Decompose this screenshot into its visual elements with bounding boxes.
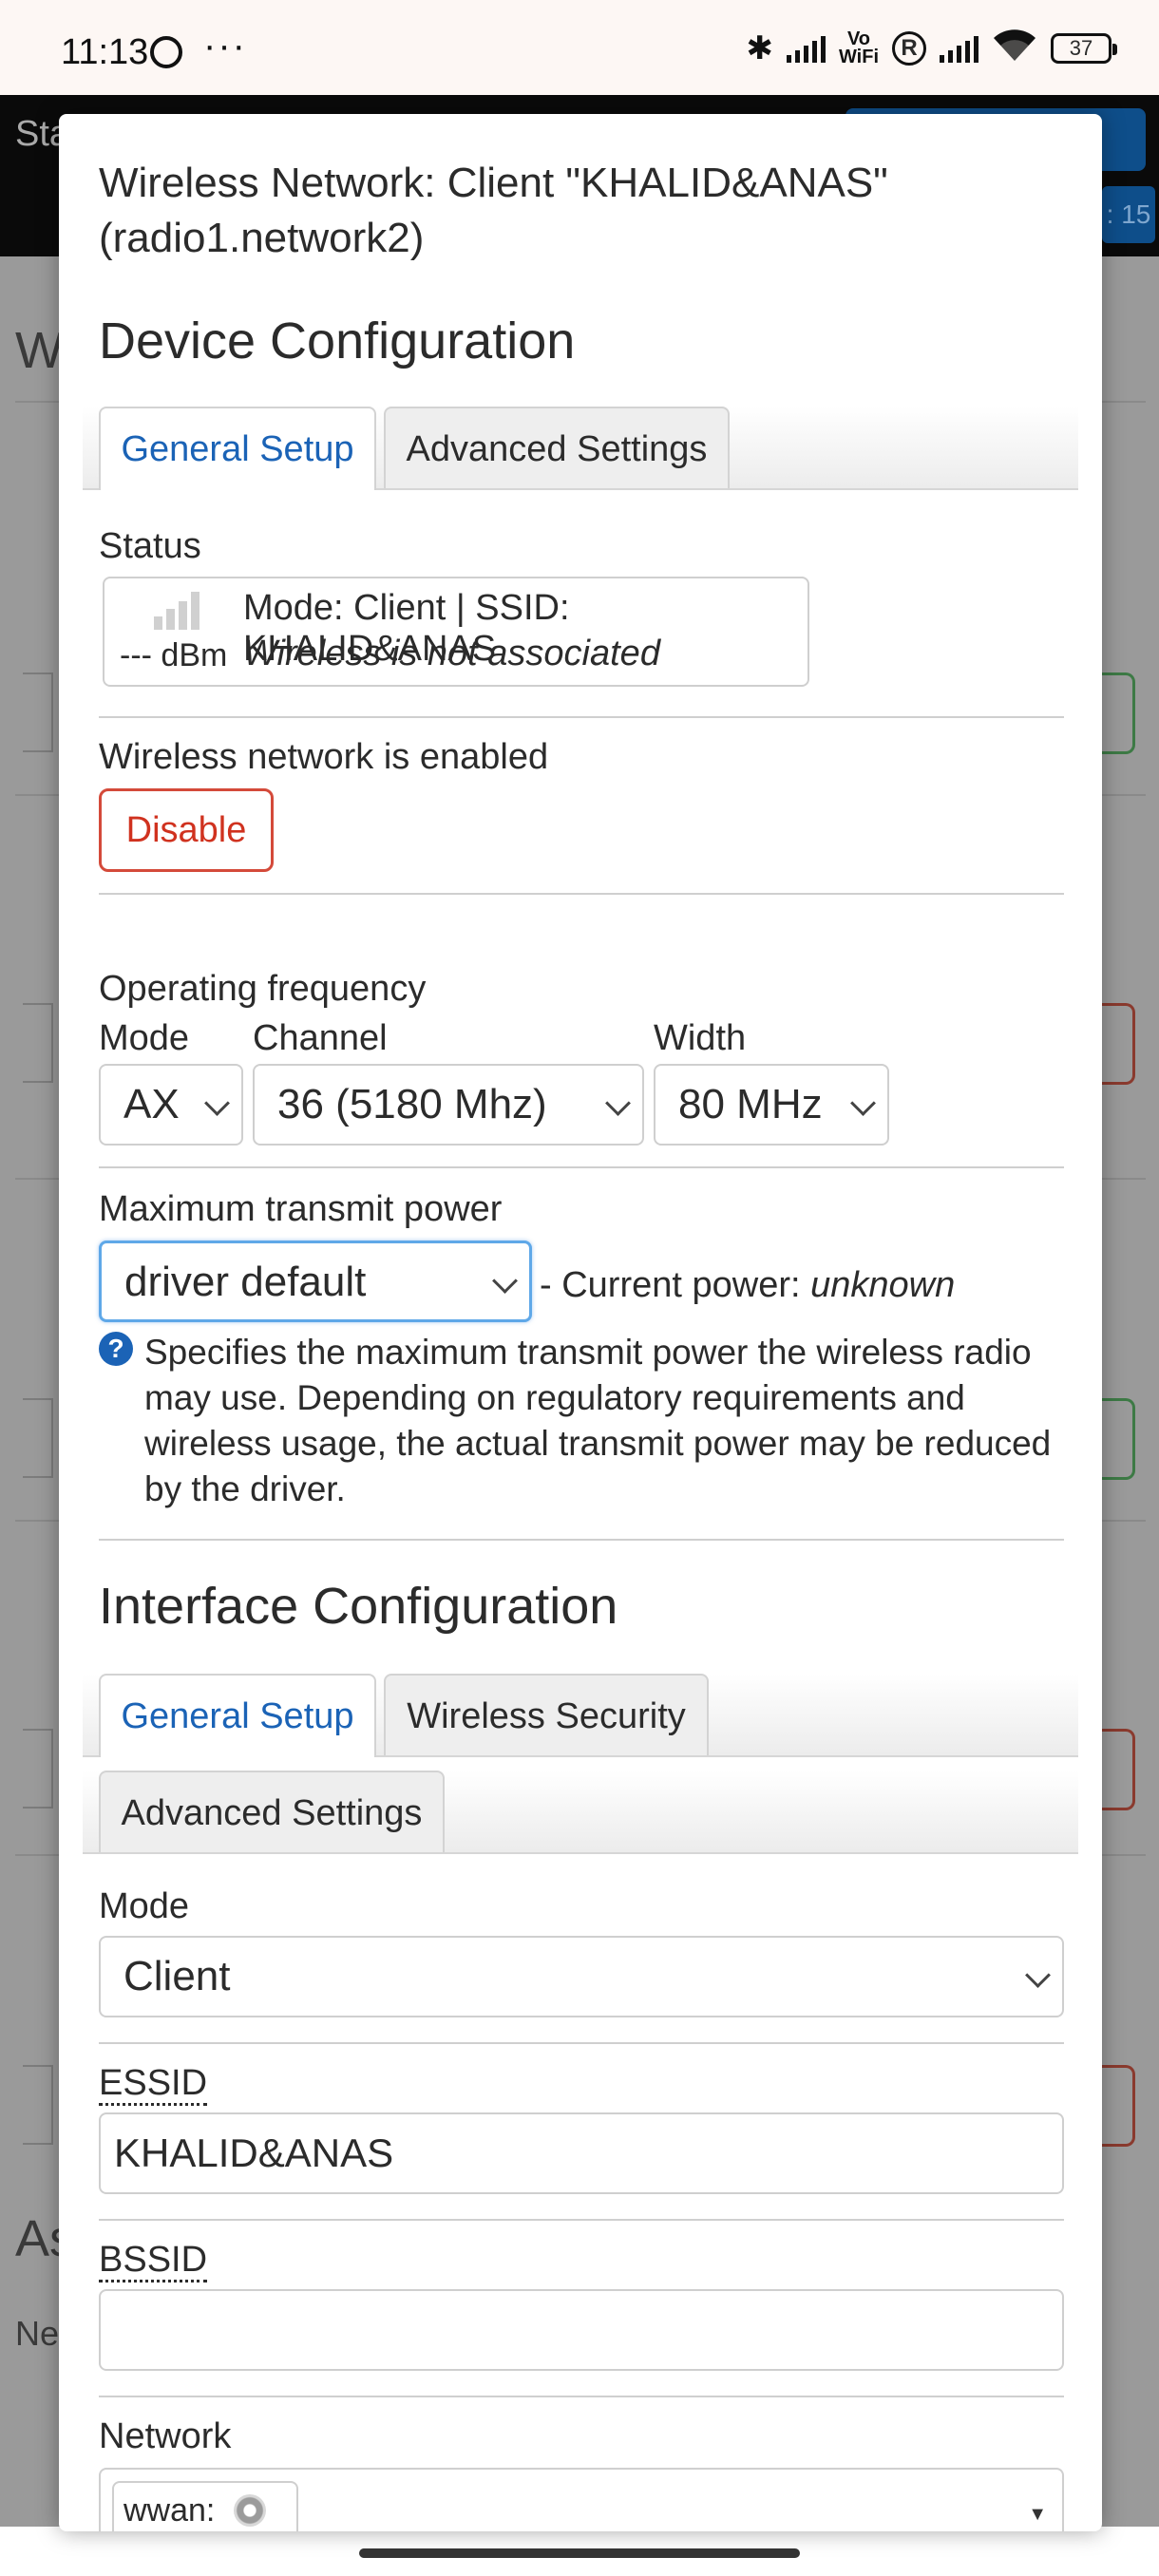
essid-field[interactable]: KHALID&ANAS [99, 2112, 1064, 2194]
signal-dbm: --- dBm [120, 637, 228, 673]
header-badge: : 15 [1102, 186, 1155, 243]
network-chip-label: wwan: [124, 2492, 216, 2529]
battery-icon: 37 [1051, 32, 1117, 64]
signal-strength-icon [154, 592, 200, 630]
more-notifications-icon: ··· [203, 25, 247, 66]
width-select-value: 80 MHz [678, 1081, 823, 1127]
mode-select-value: AX [124, 1081, 180, 1127]
interface-configuration-heading: Interface Configuration [99, 1578, 618, 1635]
divider [99, 2219, 1064, 2221]
interface-config-tabs: General Setup Wireless Security [83, 1674, 1078, 1757]
bluetooth-icon: ✱ [746, 29, 773, 66]
tab-wireless-security[interactable]: Wireless Security [384, 1674, 709, 1755]
width-select[interactable]: 80 MHz [654, 1064, 889, 1146]
essid-label: ESSID [99, 2063, 208, 2106]
bssid-label: BSSID [99, 2240, 208, 2282]
current-power-value: unknown [810, 1265, 956, 1305]
background-field [23, 1003, 53, 1083]
current-power-prefix: - Current power: [540, 1265, 811, 1305]
mode-label: Mode [99, 1018, 190, 1058]
tab-general-setup[interactable]: General Setup [99, 407, 376, 490]
divider [99, 893, 1064, 895]
wireless-interface-icon [234, 2494, 266, 2527]
enabled-label: Wireless network is enabled [99, 737, 549, 777]
background-field [23, 1729, 53, 1809]
signal-icon [940, 34, 978, 63]
signal-icon [786, 34, 826, 63]
vowifi-icon: Vo WiFi [838, 28, 879, 67]
mode-select[interactable]: AX [99, 1064, 243, 1146]
tx-power-label: Maximum transmit power [99, 1189, 503, 1229]
bssid-label-text: BSSID [99, 2240, 208, 2282]
current-power: - Current power: unknown [540, 1265, 955, 1306]
divider [99, 2042, 1064, 2044]
help-icon: ? [99, 1332, 133, 1366]
chevron-down-icon [1025, 1962, 1051, 1988]
interface-config-tabs-row2: Advanced Settings [83, 1771, 1078, 1854]
roaming-icon: R [892, 30, 926, 66]
disable-button[interactable]: Disable [99, 788, 274, 872]
gesture-bar [359, 2548, 800, 2558]
clock: 11:13 [61, 32, 149, 72]
tx-power-select-value: driver default [124, 1259, 367, 1305]
width-label: Width [654, 1018, 747, 1058]
channel-select[interactable]: 36 (5180 Mhz) [253, 1064, 644, 1146]
tx-power-help: Specifies the maximum transmit power the… [144, 1333, 1052, 1508]
status-label: Status [99, 526, 201, 566]
status-box: --- dBm Mode: Client | SSID: KHALID&ANAS… [103, 577, 809, 687]
status-bar: 11:13 ··· ✱ Vo WiFi R 37 [0, 0, 1159, 95]
device-config-tabs: General Setup Advanced Settings [83, 407, 1078, 490]
wifi-icon [992, 28, 1037, 67]
divider [99, 716, 1064, 718]
status-association: Wireless is not associated [243, 634, 660, 673]
tx-power-select[interactable]: driver default [99, 1241, 532, 1322]
chevron-down-icon [204, 1090, 230, 1116]
background-field [23, 672, 53, 752]
channel-select-value: 36 (5180 Mhz) [277, 1081, 547, 1127]
essid-label-text: ESSID [99, 2063, 208, 2106]
network-select[interactable]: wwan: ▼ [99, 2468, 1064, 2531]
modal-title: Wireless Network: Client "KHALID&ANAS" (… [99, 160, 888, 261]
divider [99, 2396, 1064, 2397]
network-label: Network [99, 2416, 232, 2456]
chevron-down-icon [492, 1268, 518, 1294]
bssid-field[interactable] [99, 2289, 1064, 2371]
divider [99, 1166, 1064, 1168]
divider [99, 1539, 1064, 1541]
mode-label: Mode [99, 1886, 190, 1926]
page-heading: W [15, 322, 64, 379]
column-label: Ne [15, 2314, 60, 2353]
interface-mode-value: Client [124, 1953, 231, 1999]
whatsapp-icon [150, 36, 182, 68]
chevron-down-icon [850, 1090, 876, 1116]
dropdown-arrow-icon: ▼ [1028, 2504, 1047, 2525]
background-field [23, 2065, 53, 2145]
device-configuration-heading: Device Configuration [99, 313, 576, 369]
tab-advanced-settings[interactable]: Advanced Settings [99, 1771, 445, 1852]
background-field [23, 1398, 53, 1478]
network-chip[interactable]: wwan: [112, 2481, 298, 2531]
channel-label: Channel [253, 1018, 388, 1058]
tab-general-setup[interactable]: General Setup [99, 1674, 376, 1757]
chevron-down-icon [605, 1090, 631, 1116]
wireless-network-modal: Wireless Network: Client "KHALID&ANAS" (… [59, 114, 1102, 2531]
interface-mode-select[interactable]: Client [99, 1936, 1064, 2017]
tab-advanced-settings[interactable]: Advanced Settings [384, 407, 730, 488]
operating-frequency-label: Operating frequency [99, 969, 427, 1009]
